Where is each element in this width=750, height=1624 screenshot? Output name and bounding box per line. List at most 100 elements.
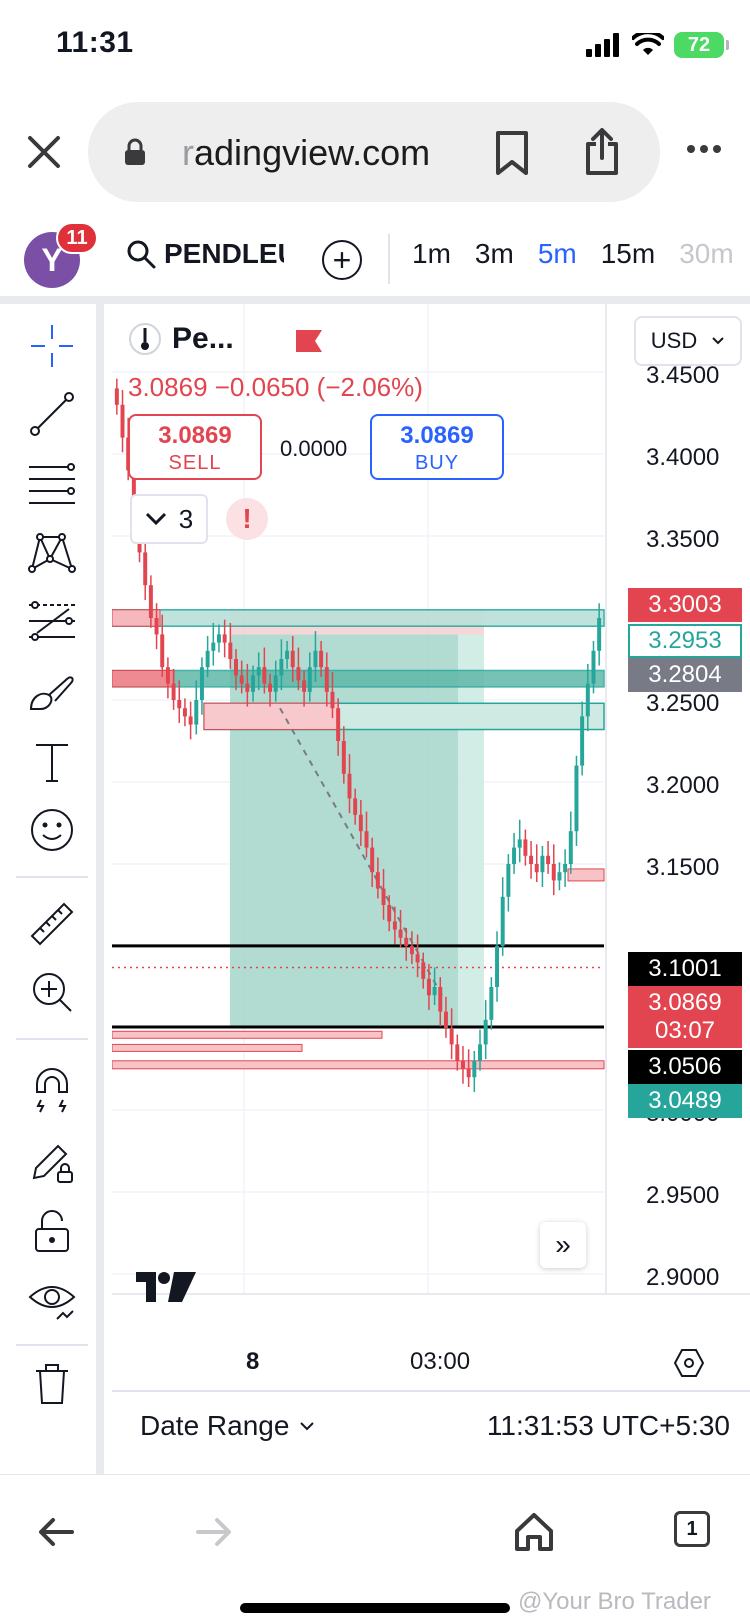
- candle-body: [591, 650, 596, 684]
- interval-1m[interactable]: 1m: [412, 238, 451, 270]
- candle-body: [330, 691, 335, 709]
- candle-body: [404, 937, 409, 946]
- toolbar-separator: [16, 1344, 88, 1346]
- chart-settings-icon[interactable]: [674, 1348, 704, 1378]
- candle-body: [279, 659, 284, 676]
- candle-body: [568, 831, 573, 864]
- currency-select[interactable]: USD: [634, 316, 742, 366]
- candle-body: [546, 855, 551, 864]
- forward-arrow-icon[interactable]: [196, 1517, 232, 1547]
- candle-body: [222, 634, 227, 643]
- price-tick: 3.2000: [646, 772, 720, 799]
- candle-body: [341, 741, 346, 774]
- fib-tool[interactable]: [22, 454, 82, 514]
- interval-5m[interactable]: 5m: [538, 238, 577, 270]
- crosshair-tool[interactable]: [22, 316, 82, 376]
- price-label-0506: 3.0506: [628, 1050, 742, 1084]
- candle-body: [483, 1019, 488, 1045]
- pencil-lock-icon: [32, 1144, 73, 1183]
- candle-body: [540, 855, 545, 873]
- home-indicator: [240, 1603, 510, 1613]
- tabs-button[interactable]: 1: [674, 1511, 710, 1547]
- lock-drawings-tool[interactable]: [22, 1202, 82, 1262]
- symbol-search[interactable]: PENDLEU: [126, 238, 284, 270]
- compare-symbol-button[interactable]: +: [322, 240, 362, 280]
- stay-in-drawing-mode-tool[interactable]: [22, 1132, 82, 1192]
- interval-15m[interactable]: 15m: [601, 238, 655, 270]
- remove-drawings-tool[interactable]: [22, 1354, 82, 1414]
- price-label-0489: 3.0489: [628, 1084, 742, 1118]
- candle-body: [273, 675, 278, 692]
- candle-body: [478, 1044, 482, 1061]
- flag-icon[interactable]: [296, 330, 322, 352]
- share-icon[interactable]: [584, 128, 620, 176]
- fib-retracement-icon: [29, 463, 75, 504]
- xabcd-pattern-icon: [28, 533, 76, 573]
- candle-body: [580, 716, 585, 766]
- pattern-tool[interactable]: [22, 522, 82, 582]
- home-icon[interactable]: [514, 1511, 554, 1551]
- supply-zone: [111, 1060, 605, 1070]
- candle-body: [171, 683, 176, 700]
- candle-body: [495, 946, 500, 987]
- brush-icon: [29, 676, 74, 710]
- zoom-tool[interactable]: [22, 962, 82, 1022]
- candle-body: [114, 388, 119, 405]
- candle-body: [211, 642, 216, 651]
- emoji-tool[interactable]: [22, 800, 82, 860]
- supply-zone: [203, 702, 339, 731]
- buy-button[interactable]: 3.0869 BUY: [370, 414, 504, 480]
- text-icon: [36, 744, 68, 782]
- brush-tool[interactable]: [22, 662, 82, 722]
- candle-body: [517, 839, 522, 848]
- interval-3m[interactable]: 3m: [475, 238, 514, 270]
- candle-body: [165, 667, 170, 684]
- candle-body: [426, 978, 431, 996]
- close-icon[interactable]: [26, 134, 62, 170]
- candle-body: [375, 872, 380, 889]
- candle-body: [449, 1028, 454, 1045]
- sell-button[interactable]: 3.0869 SELL: [128, 414, 262, 480]
- chart-legend[interactable]: Pe...: [128, 322, 234, 356]
- back-arrow-icon[interactable]: [38, 1517, 74, 1547]
- forecast-icon: [29, 601, 75, 641]
- more-options-icon[interactable]: [686, 144, 722, 154]
- trash-icon: [36, 1364, 68, 1404]
- candle-body: [398, 929, 403, 938]
- magnet-tool[interactable]: [22, 1062, 82, 1122]
- candle-body: [597, 618, 602, 651]
- measure-tool[interactable]: [22, 894, 82, 954]
- chart-bottom-bar: Date Range 11:31:53 UTC+5:30: [112, 1390, 750, 1474]
- toolbar-separator: [16, 876, 88, 878]
- status-bar: 11:31 72: [0, 0, 750, 92]
- demand-zone: [111, 669, 605, 688]
- candle-body: [574, 765, 579, 832]
- legend-symbol-title: Pe...: [172, 322, 234, 355]
- hide-drawings-tool[interactable]: [22, 1270, 82, 1330]
- price-tick: 3.2500: [646, 690, 720, 717]
- scroll-to-realtime-button[interactable]: »: [540, 1222, 586, 1268]
- price-label-1001: 3.1001: [628, 952, 742, 986]
- candle-body: [392, 921, 397, 930]
- notification-badge[interactable]: 11: [56, 222, 98, 254]
- chevron-down-icon: [300, 1422, 315, 1431]
- candle-body: [336, 708, 341, 741]
- candle-body: [324, 667, 329, 692]
- bookmark-icon[interactable]: [494, 130, 530, 176]
- date-range-button[interactable]: Date Range: [140, 1410, 315, 1442]
- candle-body: [154, 618, 159, 635]
- supply-zone: [111, 1043, 303, 1052]
- chart-clock[interactable]: 11:31:53 UTC+5:30: [487, 1410, 730, 1442]
- candle-body: [143, 552, 148, 586]
- error-alert-badge[interactable]: !: [226, 498, 268, 540]
- tradingview-logo-icon: [136, 1272, 196, 1302]
- current-price-label: 3.0869 03:07: [628, 986, 742, 1048]
- trend-line-tool[interactable]: [22, 384, 82, 444]
- interval-30m[interactable]: 30m: [679, 238, 733, 270]
- candle-body: [409, 946, 414, 955]
- address-bar[interactable]: radingview.com: [88, 102, 660, 202]
- text-tool[interactable]: [22, 732, 82, 792]
- prediction-tool[interactable]: [22, 592, 82, 652]
- indicators-toggle[interactable]: 3: [130, 494, 208, 544]
- url-domain: adingview.com: [194, 132, 431, 173]
